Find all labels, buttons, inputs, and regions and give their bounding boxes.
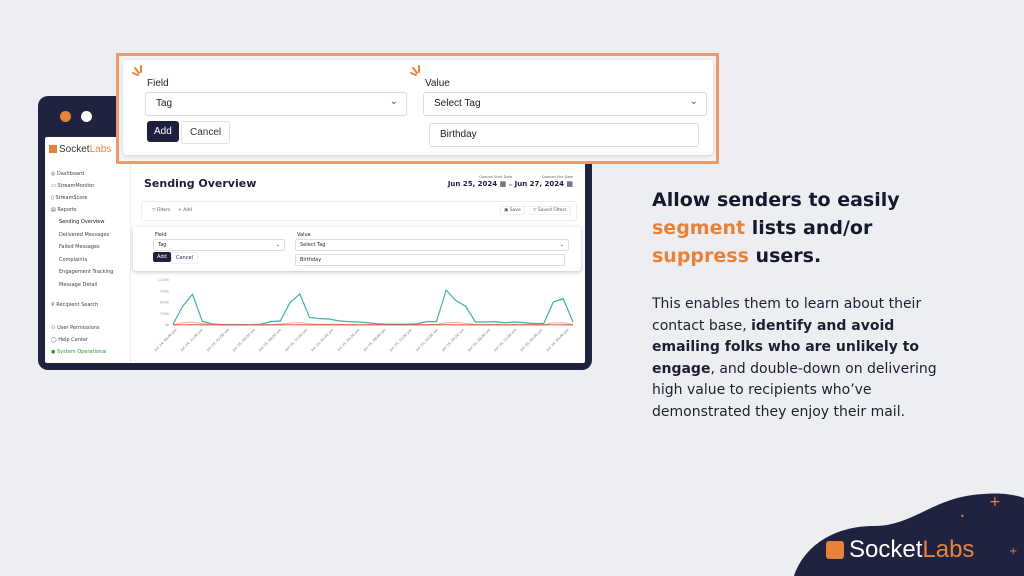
value-label: Value: [297, 232, 311, 238]
sparkle-icon: [132, 65, 142, 76]
sidebar-subitem-message-detail[interactable]: Message Detail: [59, 282, 97, 288]
field-label: Field: [147, 78, 169, 89]
value-input[interactable]: Birthday: [295, 254, 565, 266]
x-tick-label: Jun 25, 02:00 pm: [310, 327, 335, 352]
x-tick-label: Jun 26, 02:00 am: [414, 327, 439, 352]
x-tick-label: Jun 25, 08:00 pm: [362, 327, 387, 352]
x-tick-label: Jun 25, 11:00 pm: [388, 327, 413, 352]
filter-callout: Field Tag ⌄ Add Cancel Value Select Tag ⌄ …: [116, 53, 719, 164]
sidebar: SocketLabs ◎ Dashboard ▭ StreamMonitor ▯…: [45, 137, 131, 363]
page-title: Sending Overview: [144, 177, 257, 190]
filters-button[interactable]: ▽ Filters: [152, 208, 170, 213]
sidebar-subitem-complaints[interactable]: Complaints: [59, 257, 87, 263]
filter-panel: Field Tag ⌄ Add Cancel Value Select Tag ⌄ …: [133, 227, 581, 271]
x-tick-label: Jun 26, 11:00 am: [493, 327, 518, 352]
sidebar-item-reports[interactable]: ▤ Reports: [51, 207, 77, 213]
saved-filters-button[interactable]: ▽ Saved Filters: [529, 206, 571, 215]
svg-text:+: +: [989, 494, 1001, 510]
x-tick-label: Jun 25, 05:00 pm: [336, 327, 361, 352]
field-select[interactable]: Tag ⌄: [145, 92, 407, 116]
slide-body: This enables them to learn about their c…: [652, 296, 937, 420]
sidebar-subitem-failed[interactable]: Failed Messages: [59, 244, 100, 250]
field-label: Field: [155, 232, 167, 238]
x-tick-label: Jun 26, 08:00 am: [467, 327, 492, 352]
save-button[interactable]: ▣ Save: [500, 206, 525, 215]
date-range[interactable]: Queued Start Date Queued End Date Jun 25,…: [448, 172, 573, 188]
sidebar-item-streammonitor[interactable]: ▭ StreamMonitor: [51, 183, 94, 189]
sidebar-subitem-engagement[interactable]: Engagement Tracking: [59, 269, 113, 275]
x-tick-label: Jun 25, 02:00 am: [205, 327, 230, 352]
x-tick-label: Jun 24, 11:00 pm: [179, 327, 204, 352]
window-dot-white: [81, 111, 92, 122]
footer-logo: SocketLabs: [826, 536, 974, 564]
sidebar-item-recipient-search[interactable]: ⚲ Recipient Search: [51, 302, 98, 308]
x-tick-label: Jun 25, 08:00 am: [257, 327, 282, 352]
app-screenshot: SocketLabs ◎ Dashboard ▭ StreamMonitor ▯…: [45, 137, 585, 363]
x-tick-label: Jun 25, 05:00 am: [231, 327, 256, 352]
value-select[interactable]: Select Tag ⌄: [423, 92, 707, 116]
add-button[interactable]: Add: [153, 252, 171, 262]
sparkle-icon: [410, 65, 420, 76]
sidebar-subitem-sending-overview[interactable]: Sending Overview: [59, 219, 104, 225]
x-tick-label: Jun 26, 05:00 pm: [545, 327, 570, 352]
sidebar-subitem-delivered[interactable]: Delivered Messages: [59, 232, 109, 238]
x-tick-label: Jun 26, 05:00 am: [440, 327, 465, 352]
y-tick-label: 300k: [160, 312, 170, 316]
value-input[interactable]: Birthday: [429, 123, 699, 147]
sending-chart: 1,200k900k600k300k0kJun 24, 08:00 pm Jun …: [153, 278, 574, 353]
x-tick-label: Jun 26, 02:00 pm: [519, 327, 544, 352]
sidebar-item-dashboard[interactable]: ◎ Dashboard: [51, 171, 84, 177]
system-status: ● System Operational: [51, 349, 107, 355]
y-tick-label: 900k: [160, 289, 170, 293]
sidebar-item-user-permissions[interactable]: ⚇ User Permissions: [51, 325, 100, 331]
y-tick-label: 0k: [165, 323, 170, 327]
series-line-0: [172, 288, 574, 326]
sidebar-item-streamscore[interactable]: ▯ StreamScore: [51, 195, 87, 201]
main-content: Sending Overview Queued Start Date Queued…: [131, 137, 585, 363]
svg-text:+: +: [1009, 546, 1017, 557]
x-tick-label: Jun 24, 08:00 pm: [153, 327, 178, 352]
svg-text:•: •: [960, 512, 965, 521]
field-select[interactable]: Tag ⌄: [153, 239, 285, 251]
sidebar-item-help-center[interactable]: ◯ Help Center: [51, 337, 88, 343]
value-select[interactable]: Select Tag ⌄: [295, 239, 569, 251]
window-dot-orange: [60, 111, 71, 122]
slide-heading: Allow senders to easily segment lists and…: [652, 189, 900, 267]
add-filter-button[interactable]: + Add: [178, 208, 192, 213]
cancel-button[interactable]: Cancel: [171, 252, 198, 264]
filter-callout-panel: Field Tag ⌄ Add Cancel Value Select Tag ⌄ …: [123, 60, 713, 155]
add-button[interactable]: Add: [147, 121, 179, 142]
y-tick-label: 600k: [160, 301, 170, 305]
value-label: Value: [425, 78, 450, 89]
cancel-button[interactable]: Cancel: [181, 121, 231, 144]
brand-logo: SocketLabs: [49, 144, 111, 155]
x-tick-label: Jun 25, 11:00 am: [284, 327, 309, 352]
filter-bar: ▽ Filters + Add ▣ Save ▽ Saved Filters: [141, 201, 577, 221]
y-tick-label: 1,200k: [157, 278, 170, 282]
